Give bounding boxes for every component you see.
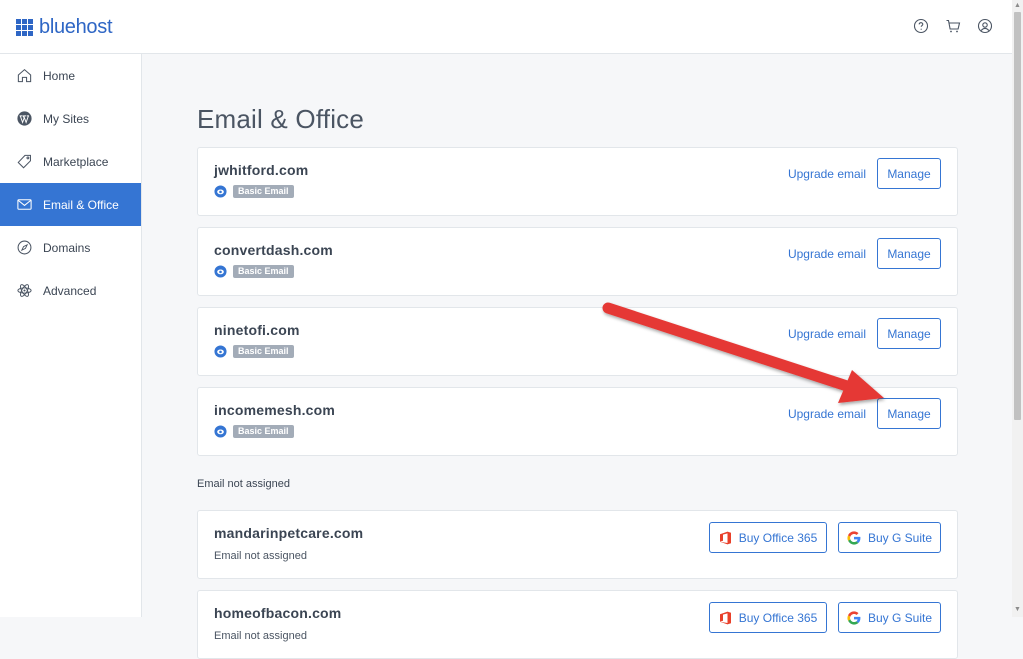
sidebar-item-home[interactable]: Home <box>0 54 141 97</box>
scroll-thumb[interactable] <box>1014 12 1021 420</box>
scrollbar[interactable]: ▲ ▼ <box>1012 0 1023 617</box>
account-icon[interactable] <box>976 17 994 40</box>
cart-icon[interactable] <box>944 17 962 40</box>
buy-g-suite-button[interactable]: Buy G Suite <box>838 602 941 633</box>
logo-grid-icon <box>16 18 33 36</box>
scroll-up-arrow-icon[interactable]: ▲ <box>1014 2 1021 10</box>
buy-office-365-button[interactable]: Buy Office 365 <box>709 602 827 633</box>
manage-button[interactable]: Manage <box>877 318 941 349</box>
sidebar-item-label: Marketplace <box>43 154 109 169</box>
office-icon <box>719 531 731 544</box>
email-card: ninetofi.com Basic Email Upgrade email M… <box>197 307 958 376</box>
domain-name: homeofbacon.com <box>214 605 342 621</box>
upgrade-email-link[interactable]: Upgrade email <box>788 247 866 261</box>
logo-text: bluehost <box>39 16 113 38</box>
mail-icon <box>17 199 32 210</box>
sidebar-item-email-office[interactable]: Email & Office <box>0 183 141 226</box>
email-card: convertdash.com Basic Email Upgrade emai… <box>197 227 958 296</box>
domain-name: ninetofi.com <box>214 322 300 338</box>
domain-name: incomemesh.com <box>214 402 336 418</box>
manage-button[interactable]: Manage <box>877 238 941 269</box>
domain-name: convertdash.com <box>214 242 333 258</box>
google-icon <box>847 530 861 545</box>
sidebar: Home My Sites Marketplace Email & Office… <box>0 54 142 617</box>
button-label: Buy Office 365 <box>738 530 818 545</box>
buy-g-suite-button[interactable]: Buy G Suite <box>838 522 941 553</box>
mail-badge-icon <box>214 345 227 358</box>
status-badge: Basic Email <box>233 265 294 278</box>
badge-row: Basic Email <box>214 345 294 358</box>
upgrade-email-link[interactable]: Upgrade email <box>788 167 866 181</box>
compass-icon <box>17 240 32 255</box>
status-badge: Basic Email <box>233 425 294 438</box>
manage-button[interactable]: Manage <box>877 398 941 429</box>
manage-button[interactable]: Manage <box>877 158 941 189</box>
badge-row: Basic Email <box>214 265 294 278</box>
domain-name: mandarinpetcare.com <box>214 525 364 541</box>
bluehost-logo[interactable]: bluehost <box>16 16 113 38</box>
badge-row: Basic Email <box>214 185 294 198</box>
top-bar: bluehost <box>0 0 1012 54</box>
top-icons <box>912 17 994 40</box>
buy-office-365-button[interactable]: Buy Office 365 <box>709 522 827 553</box>
sidebar-item-label: Domains <box>43 240 91 255</box>
unassigned-card: homeofbacon.com Email not assigned Buy O… <box>197 590 958 659</box>
scroll-down-arrow-icon[interactable]: ▼ <box>1014 606 1021 614</box>
sidebar-item-label: Advanced <box>43 283 97 298</box>
upgrade-email-link[interactable]: Upgrade email <box>788 407 866 421</box>
main-content: Email & Office jwhitford.com Basic Email… <box>143 54 1012 659</box>
domain-name: jwhitford.com <box>214 162 309 178</box>
status-badge: Basic Email <box>233 185 294 198</box>
mail-badge-icon <box>214 425 227 438</box>
page-title: Email & Office <box>197 104 365 134</box>
sidebar-item-label: My Sites <box>43 111 90 126</box>
home-icon <box>17 68 32 83</box>
button-label: Buy Office 365 <box>738 610 818 625</box>
badge-row: Basic Email <box>214 425 294 438</box>
sidebar-item-domains[interactable]: Domains <box>0 226 141 269</box>
wordpress-icon <box>17 111 32 126</box>
mail-badge-icon <box>214 265 227 278</box>
upgrade-email-link[interactable]: Upgrade email <box>788 327 866 341</box>
help-icon[interactable] <box>912 17 930 40</box>
google-icon <box>847 610 861 625</box>
sidebar-item-marketplace[interactable]: Marketplace <box>0 140 141 183</box>
status-badge: Basic Email <box>233 345 294 358</box>
email-card: incomemesh.com Basic Email Upgrade email… <box>197 387 958 456</box>
button-label: Buy G Suite <box>867 610 933 625</box>
button-label: Buy G Suite <box>867 530 933 545</box>
email-card: jwhitford.com Basic Email Upgrade email … <box>197 147 958 216</box>
office-icon <box>719 611 731 624</box>
sidebar-item-label: Home <box>43 68 76 83</box>
sidebar-item-label: Email & Office <box>43 197 119 212</box>
email-status-text: Email not assigned <box>214 550 307 562</box>
unassigned-card: mandarinpetcare.com Email not assigned B… <box>197 510 958 579</box>
tag-icon <box>17 154 31 169</box>
sidebar-item-advanced[interactable]: Advanced <box>0 269 141 312</box>
section-heading-email-not-assigned: Email not assigned <box>197 478 290 490</box>
atom-icon <box>17 284 32 297</box>
email-status-text: Email not assigned <box>214 630 307 642</box>
sidebar-item-my-sites[interactable]: My Sites <box>0 97 141 140</box>
mail-badge-icon <box>214 185 227 198</box>
